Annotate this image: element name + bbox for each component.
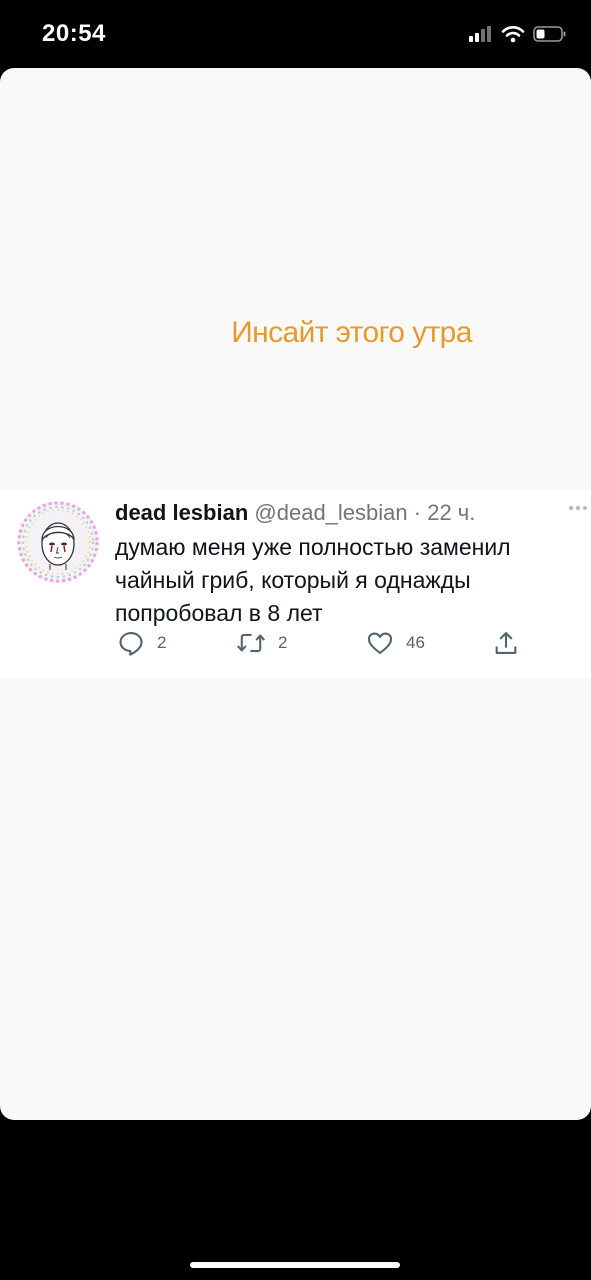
heart-icon — [366, 629, 394, 657]
battery-icon — [533, 25, 567, 48]
share-icon — [492, 629, 520, 657]
retweet-count: 2 — [278, 633, 288, 652]
wifi-icon — [501, 25, 525, 48]
more-options-icon[interactable] — [569, 504, 587, 512]
reply-icon — [117, 629, 145, 657]
reply-count: 2 — [157, 633, 167, 652]
content-sheet: Инсайт этого утра dead lesbian @dead_les… — [0, 68, 591, 1120]
like-count: 46 — [406, 633, 425, 652]
tweet-card[interactable]: dead lesbian @dead_lesbian · 22 ч. думаю… — [0, 490, 591, 678]
retweet-button[interactable]: 2 — [236, 628, 287, 658]
user-handle[interactable]: @dead_lesbian — [254, 500, 407, 525]
home-indicator[interactable] — [190, 1262, 400, 1268]
more-dot — [583, 506, 587, 510]
status-icons — [469, 24, 567, 48]
caption-text: Инсайт этого утра — [231, 316, 472, 349]
more-dot — [569, 506, 573, 510]
retweet-icon — [236, 629, 266, 657]
avatar[interactable] — [16, 500, 100, 584]
signal-icon — [469, 25, 493, 48]
more-dot — [576, 506, 580, 510]
status-time: 20:54 — [42, 20, 106, 47]
status-bar: 20:54 — [0, 0, 591, 68]
tweet-text: думаю меня уже полностью заменил чайный … — [115, 534, 511, 626]
phone-screen: 20:54 Инсайт этого утра dead lesbian @de… — [0, 0, 591, 1280]
reply-button[interactable]: 2 — [117, 628, 166, 658]
tweet-actions: 2 2 46 — [114, 628, 534, 658]
share-button[interactable] — [492, 628, 520, 658]
header-separator: · — [413, 500, 422, 525]
display-name[interactable]: dead lesbian — [115, 500, 248, 525]
like-button[interactable]: 46 — [366, 628, 425, 658]
tweet-header: dead lesbian @dead_lesbian · 22 ч. — [115, 498, 475, 528]
tweet-time[interactable]: 22 ч. — [427, 500, 475, 525]
